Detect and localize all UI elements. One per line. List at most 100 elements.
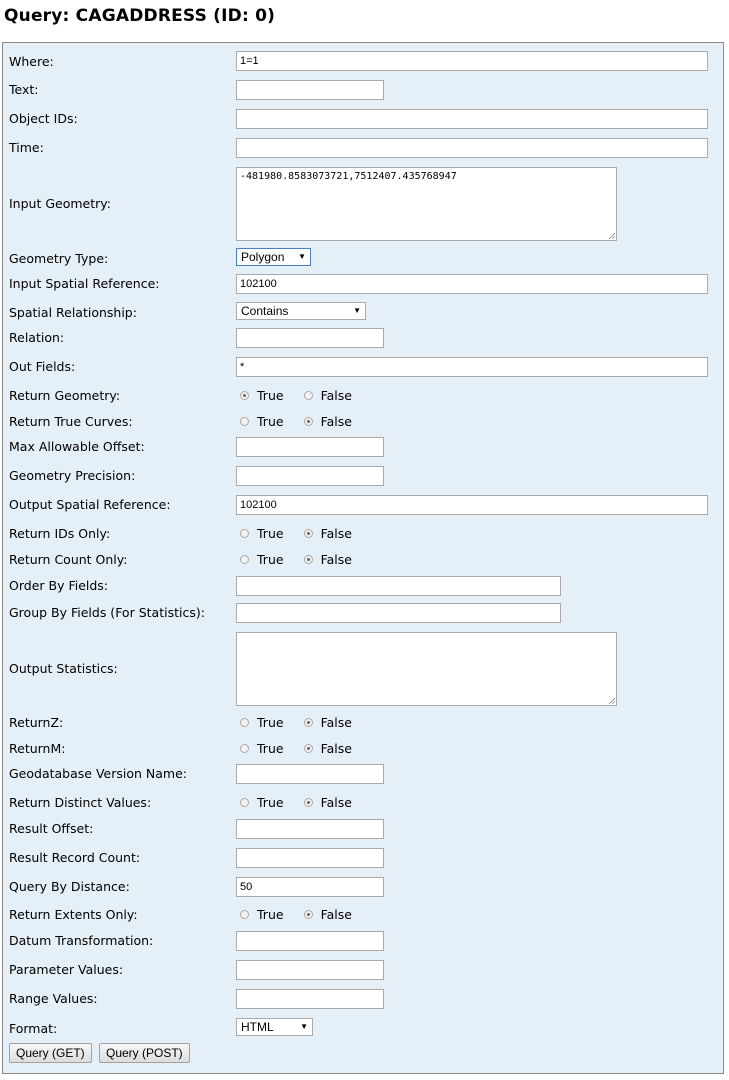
query-form: Where: 1=1 Text: Object IDs: Time: Input… bbox=[2, 42, 724, 1074]
return-m-true-radio[interactable] bbox=[240, 744, 249, 753]
page-title: Query: CAGADDRESS (ID: 0) bbox=[4, 6, 276, 26]
label-order-by-fields: Order By Fields: bbox=[9, 578, 109, 593]
dropdown-arrow-icon: ▼ bbox=[300, 1022, 308, 1031]
output-spatial-reference-input[interactable]: 102100 bbox=[236, 495, 708, 515]
label-geometry-type: Geometry Type: bbox=[9, 251, 109, 266]
return-geometry-false-radio[interactable] bbox=[303, 391, 313, 400]
return-m-false-radio[interactable] bbox=[303, 744, 313, 753]
label-return-ids-only: Return IDs Only: bbox=[9, 526, 111, 541]
label-object-ids: Object IDs: bbox=[9, 111, 78, 126]
label-return-geometry: Return Geometry: bbox=[9, 388, 121, 403]
label-output-statistics: Output Statistics: bbox=[9, 661, 118, 676]
query-by-distance-input[interactable]: 50 bbox=[236, 877, 384, 897]
return-extents-only-false-radio[interactable] bbox=[303, 910, 313, 919]
query-post-button[interactable]: Query (POST) bbox=[99, 1043, 190, 1063]
relation-input[interactable] bbox=[236, 328, 384, 348]
return-distinct-values-radio-group: True False bbox=[236, 795, 368, 810]
return-ids-only-radio-group: True False bbox=[236, 526, 368, 541]
return-geometry-true-label: True bbox=[257, 388, 284, 403]
result-record-count-input[interactable] bbox=[236, 848, 384, 868]
return-distinct-values-true-radio[interactable] bbox=[240, 798, 249, 807]
return-ids-only-false-label: False bbox=[320, 526, 352, 541]
label-result-offset: Result Offset: bbox=[9, 821, 94, 836]
label-time: Time: bbox=[9, 140, 44, 155]
label-geometry-precision: Geometry Precision: bbox=[9, 468, 136, 483]
label-return-m: ReturnM: bbox=[9, 741, 66, 756]
return-z-false-label: False bbox=[320, 715, 352, 730]
return-distinct-values-false-radio[interactable] bbox=[303, 798, 313, 807]
geometry-type-selected: Polygon bbox=[241, 250, 285, 264]
return-true-curves-true-label: True bbox=[257, 414, 284, 429]
return-extents-only-false-label: False bbox=[320, 907, 352, 922]
return-m-radio-group: True False bbox=[236, 741, 368, 756]
label-return-count-only: Return Count Only: bbox=[9, 552, 128, 567]
return-extents-only-true-radio[interactable] bbox=[240, 910, 249, 919]
label-range-values: Range Values: bbox=[9, 991, 98, 1006]
return-geometry-true-radio[interactable] bbox=[240, 391, 249, 400]
input-geometry-textarea[interactable]: -481980.8583073721,7512407.435768947 bbox=[236, 167, 617, 241]
gdb-version-input[interactable] bbox=[236, 764, 384, 784]
label-datum-transformation: Datum Transformation: bbox=[9, 933, 154, 948]
geometry-type-select[interactable]: Polygon ▼ bbox=[236, 248, 311, 266]
resize-grip-icon[interactable] bbox=[608, 232, 615, 239]
datum-transformation-input[interactable] bbox=[236, 931, 384, 951]
label-result-record-count: Result Record Count: bbox=[9, 850, 141, 865]
return-ids-only-true-radio[interactable] bbox=[240, 529, 249, 538]
format-select[interactable]: HTML ▼ bbox=[236, 1018, 313, 1036]
label-where: Where: bbox=[9, 54, 54, 69]
range-values-input[interactable] bbox=[236, 989, 384, 1009]
return-extents-only-radio-group: True False bbox=[236, 907, 368, 922]
return-m-false-label: False bbox=[320, 741, 352, 756]
label-group-by-fields: Group By Fields (For Statistics): bbox=[9, 605, 205, 620]
label-text: Text: bbox=[9, 82, 39, 97]
return-geometry-false-label: False bbox=[320, 388, 352, 403]
dropdown-arrow-icon: ▼ bbox=[353, 306, 361, 315]
input-spatial-reference-input[interactable]: 102100 bbox=[236, 274, 708, 294]
group-by-fields-input[interactable] bbox=[236, 603, 561, 623]
label-gdb-version: Geodatabase Version Name: bbox=[9, 766, 187, 781]
return-true-curves-true-radio[interactable] bbox=[240, 417, 249, 426]
label-return-z: ReturnZ: bbox=[9, 715, 64, 730]
label-output-spatial-reference: Output Spatial Reference: bbox=[9, 497, 171, 512]
result-offset-input[interactable] bbox=[236, 819, 384, 839]
return-count-only-false-label: False bbox=[320, 552, 352, 567]
return-true-curves-radio-group: True False bbox=[236, 414, 368, 429]
parameter-values-input[interactable] bbox=[236, 960, 384, 980]
return-distinct-values-false-label: False bbox=[320, 795, 352, 810]
spatial-relationship-select[interactable]: Contains ▼ bbox=[236, 302, 366, 320]
return-count-only-true-label: True bbox=[257, 552, 284, 567]
format-selected: HTML bbox=[241, 1020, 274, 1034]
output-statistics-textarea[interactable] bbox=[236, 632, 617, 706]
label-return-distinct-values: Return Distinct Values: bbox=[9, 795, 152, 810]
resize-grip-icon[interactable] bbox=[608, 697, 615, 704]
where-input[interactable]: 1=1 bbox=[236, 51, 708, 71]
return-extents-only-true-label: True bbox=[257, 907, 284, 922]
label-format: Format: bbox=[9, 1021, 58, 1036]
label-query-by-distance: Query By Distance: bbox=[9, 879, 130, 894]
label-input-geometry: Input Geometry: bbox=[9, 196, 111, 211]
return-z-true-radio[interactable] bbox=[240, 718, 249, 727]
text-input[interactable] bbox=[236, 80, 384, 100]
time-input[interactable] bbox=[236, 138, 708, 158]
return-ids-only-false-radio[interactable] bbox=[303, 529, 313, 538]
row-input-geometry: Input Geometry: -481980.8583073721,75124… bbox=[3, 167, 723, 241]
dropdown-arrow-icon: ▼ bbox=[298, 252, 306, 261]
return-distinct-values-true-label: True bbox=[257, 795, 284, 810]
out-fields-input[interactable]: * bbox=[236, 357, 708, 377]
spatial-relationship-selected: Contains bbox=[241, 304, 289, 318]
return-true-curves-false-radio[interactable] bbox=[303, 417, 313, 426]
label-out-fields: Out Fields: bbox=[9, 359, 76, 374]
order-by-fields-input[interactable] bbox=[236, 576, 561, 596]
label-return-true-curves: Return True Curves: bbox=[9, 414, 133, 429]
label-return-extents-only: Return Extents Only: bbox=[9, 907, 138, 922]
return-z-true-label: True bbox=[257, 715, 284, 730]
label-parameter-values: Parameter Values: bbox=[9, 962, 124, 977]
return-count-only-false-radio[interactable] bbox=[303, 555, 313, 564]
return-z-false-radio[interactable] bbox=[303, 718, 313, 727]
label-input-spatial-reference: Input Spatial Reference: bbox=[9, 276, 160, 291]
query-get-button[interactable]: Query (GET) bbox=[9, 1043, 92, 1063]
object-ids-input[interactable] bbox=[236, 109, 708, 129]
max-allowable-offset-input[interactable] bbox=[236, 437, 384, 457]
return-count-only-true-radio[interactable] bbox=[240, 555, 249, 564]
geometry-precision-input[interactable] bbox=[236, 466, 384, 486]
